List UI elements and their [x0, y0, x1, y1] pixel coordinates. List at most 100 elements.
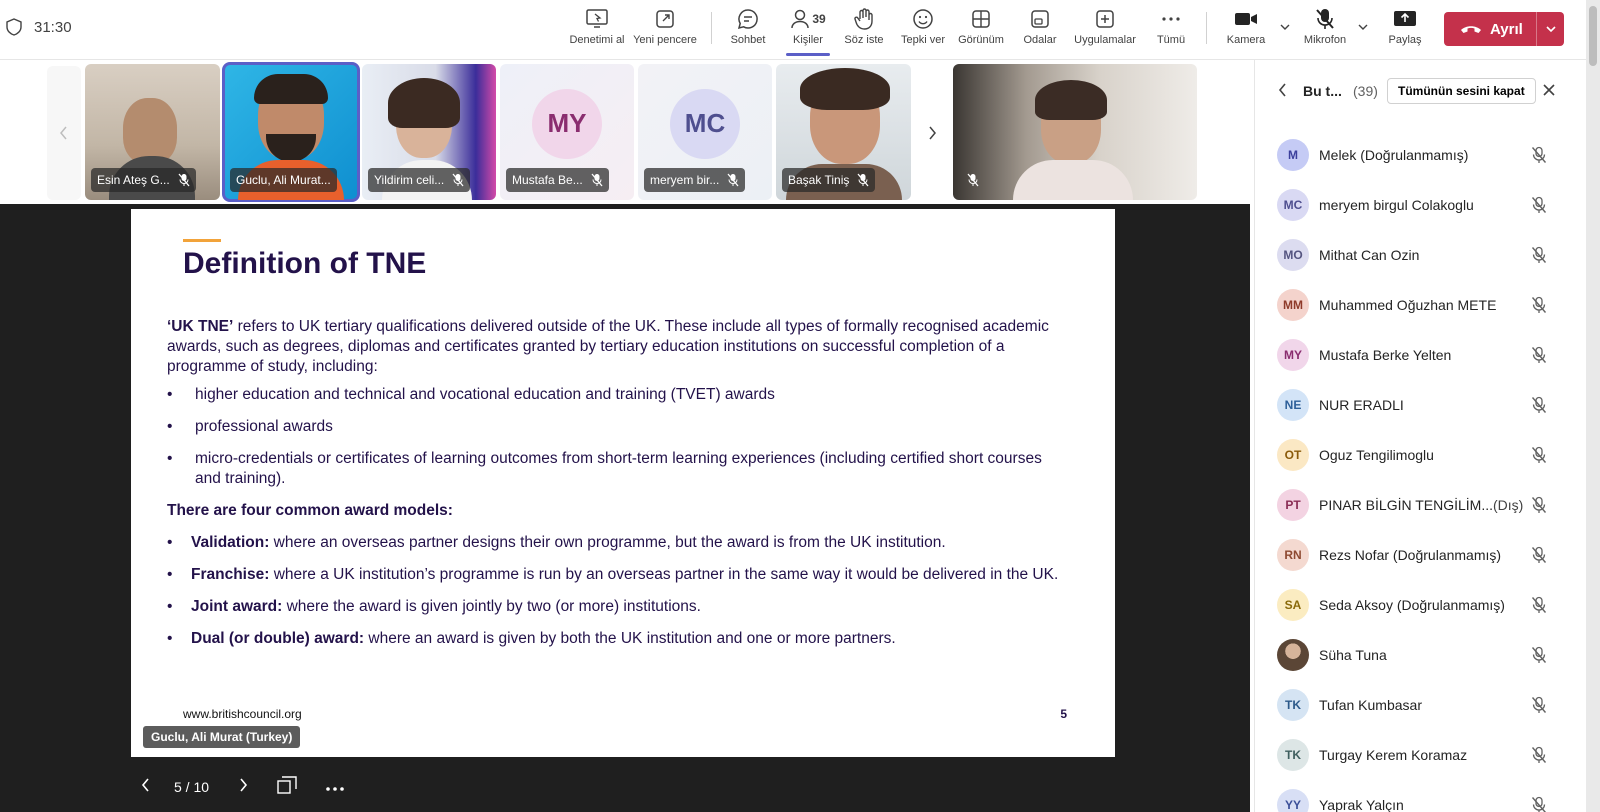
react-button[interactable]: Tepki ver: [899, 6, 947, 56]
panel-close-button[interactable]: [1541, 82, 1557, 103]
participant-row[interactable]: OT Oguz Tengilimoglu: [1255, 430, 1587, 480]
panel-title: Bu t...: [1303, 83, 1342, 99]
view-button[interactable]: Görünüm: [956, 6, 1006, 56]
participant-name: Yaprak Yalçın: [1319, 797, 1404, 812]
video-tile[interactable]: Esin Ateş G...: [85, 64, 220, 200]
toolbar-divider: [1206, 12, 1207, 44]
slide-title: Definition of TNE: [183, 247, 427, 280]
participant-mic-muted-icon[interactable]: [1529, 145, 1549, 165]
tile-name-badge: [959, 168, 979, 192]
leave-main-button[interactable]: Ayrıl: [1444, 21, 1536, 38]
list-item: Franchise: where a UK institution’s prog…: [167, 565, 1067, 585]
strip-prev-button[interactable]: [47, 66, 81, 200]
chevron-left-icon: [1278, 83, 1286, 97]
window-scrollbar[interactable]: [1586, 0, 1600, 812]
meeting-toolbar: 31:30 Denetimi al Yeni pencere Sohbet 39…: [0, 0, 1586, 60]
raise-hand-button[interactable]: Söz iste: [842, 6, 886, 56]
breakout-rooms-button[interactable]: Odalar: [1021, 6, 1059, 56]
participant-mic-muted-icon[interactable]: [1529, 345, 1549, 365]
leave-label: Ayrıl: [1490, 20, 1523, 38]
mute-all-button[interactable]: Tümünün sesini kapat: [1387, 78, 1536, 104]
camera-options-chevron-icon[interactable]: [1278, 20, 1292, 34]
tile-name: meryem bir...: [650, 173, 720, 187]
shield-icon: [6, 18, 22, 36]
microphone-button[interactable]: Mikrofon: [1300, 6, 1350, 56]
slide-sorter-button[interactable]: [277, 776, 297, 797]
participant-mic-muted-icon[interactable]: [1529, 545, 1549, 565]
share-screen-icon: [1394, 11, 1416, 26]
participant-row[interactable]: YY Yaprak Yalçın: [1255, 780, 1587, 812]
intro-text: refers to UK tertiary qualifications del…: [167, 318, 1049, 375]
video-tile[interactable]: MY Mustafa Be...: [500, 64, 634, 200]
participant-row[interactable]: PT PINAR BİLGİN TENGİLİM... (Dış): [1255, 480, 1587, 530]
strip-next-button[interactable]: [915, 66, 949, 200]
chat-label: Sohbet: [730, 34, 766, 46]
participant-video-figure: [1013, 160, 1133, 200]
participant-mic-muted-icon[interactable]: [1529, 195, 1549, 215]
slide-more-button[interactable]: [325, 779, 345, 795]
mic-options-chevron-icon[interactable]: [1356, 20, 1370, 34]
participant-row[interactable]: Süha Tuna: [1255, 630, 1587, 680]
more-dots-icon: [1162, 17, 1180, 21]
video-tile-active-speaker[interactable]: Guclu, Ali Murat...: [222, 62, 360, 202]
leave-button[interactable]: Ayrıl: [1444, 12, 1564, 46]
new-window-button[interactable]: Yeni pencere: [633, 6, 697, 56]
participant-row[interactable]: TK Tufan Kumbasar: [1255, 680, 1587, 730]
react-label: Tepki ver: [900, 34, 946, 46]
apps-button[interactable]: Uygulamalar: [1072, 6, 1138, 56]
participant-mic-muted-icon[interactable]: [1529, 645, 1549, 665]
slide-footer-url: www.britishcouncil.org: [183, 707, 302, 721]
participant-mic-muted-icon[interactable]: [1529, 445, 1549, 465]
participant-name: Rezs Nofar (Doğrulanmamış): [1319, 547, 1502, 563]
participant-avatar: MC: [1277, 189, 1309, 221]
mic-muted-icon: [727, 173, 739, 187]
chat-button[interactable]: Sohbet: [727, 6, 769, 56]
participant-mic-muted-icon[interactable]: [1529, 745, 1549, 765]
leave-options-dropdown[interactable]: [1537, 22, 1564, 36]
video-tile-self-view[interactable]: [953, 64, 1197, 200]
participant-row[interactable]: MY Mustafa Berke Yelten: [1255, 330, 1587, 380]
participant-avatar: MM: [1277, 289, 1309, 321]
participant-row[interactable]: MC meryem birgul Colakoglu: [1255, 180, 1587, 230]
video-tile[interactable]: Başak Tiniş: [776, 64, 911, 200]
participant-mic-muted-icon[interactable]: [1529, 595, 1549, 615]
video-tile[interactable]: Yildirim celi...: [362, 64, 496, 200]
participant-row[interactable]: MO Mithat Can Ozin: [1255, 230, 1587, 280]
model-text: where the award is given jointly by two …: [282, 598, 701, 615]
pop-out-icon: [656, 10, 674, 28]
prev-slide-button[interactable]: [140, 777, 152, 796]
title-accent-line: [183, 239, 221, 242]
next-slide-button[interactable]: [237, 777, 249, 796]
more-button[interactable]: Tümü: [1152, 6, 1190, 56]
camera-button[interactable]: Kamera: [1224, 6, 1268, 56]
participant-row[interactable]: NE NUR ERADLI: [1255, 380, 1587, 430]
panel-back-button[interactable]: [1277, 82, 1289, 103]
share-button[interactable]: Paylaş: [1386, 6, 1424, 56]
people-button[interactable]: 39 Kişiler: [784, 6, 832, 56]
shared-content-stage: Definition of TNE ‘UK TNE’ refers to UK …: [0, 204, 1250, 812]
participant-mic-muted-icon[interactable]: [1529, 295, 1549, 315]
scrollbar-thumb[interactable]: [1589, 6, 1597, 66]
participant-mic-muted-icon[interactable]: [1529, 695, 1549, 715]
teams-meeting-window: 31:30 Denetimi al Yeni pencere Sohbet 39…: [0, 0, 1600, 812]
participant-video-figure: [123, 98, 177, 164]
take-control-button[interactable]: Denetimi al: [568, 6, 626, 56]
participant-mic-muted-icon[interactable]: [1529, 395, 1549, 415]
participant-mic-muted-icon[interactable]: [1529, 795, 1549, 812]
participant-mic-muted-icon[interactable]: [1529, 245, 1549, 265]
people-icon: [791, 9, 810, 29]
tile-name: Esin Ateş G...: [97, 173, 170, 187]
video-tile[interactable]: MC meryem bir...: [638, 64, 772, 200]
slide-intro: ‘UK TNE’ refers to UK tertiary qualifica…: [167, 317, 1067, 377]
participant-avatar: M: [1277, 139, 1309, 171]
participant-avatar: SA: [1277, 589, 1309, 621]
participant-row[interactable]: TK Turgay Kerem Koramaz: [1255, 730, 1587, 780]
participant-avatar: MY: [1277, 339, 1309, 371]
participant-row[interactable]: M Melek (Doğrulanmamış): [1255, 130, 1587, 180]
participant-name: NUR ERADLI: [1319, 397, 1404, 413]
participant-row[interactable]: MM Muhammed Oğuzhan METE: [1255, 280, 1587, 330]
participant-mic-muted-icon[interactable]: [1529, 495, 1549, 515]
participant-row[interactable]: SA Seda Aksoy (Doğrulanmamış): [1255, 580, 1587, 630]
participant-row[interactable]: RN Rezs Nofar (Doğrulanmamış): [1255, 530, 1587, 580]
more-label: Tümü: [1156, 34, 1186, 46]
